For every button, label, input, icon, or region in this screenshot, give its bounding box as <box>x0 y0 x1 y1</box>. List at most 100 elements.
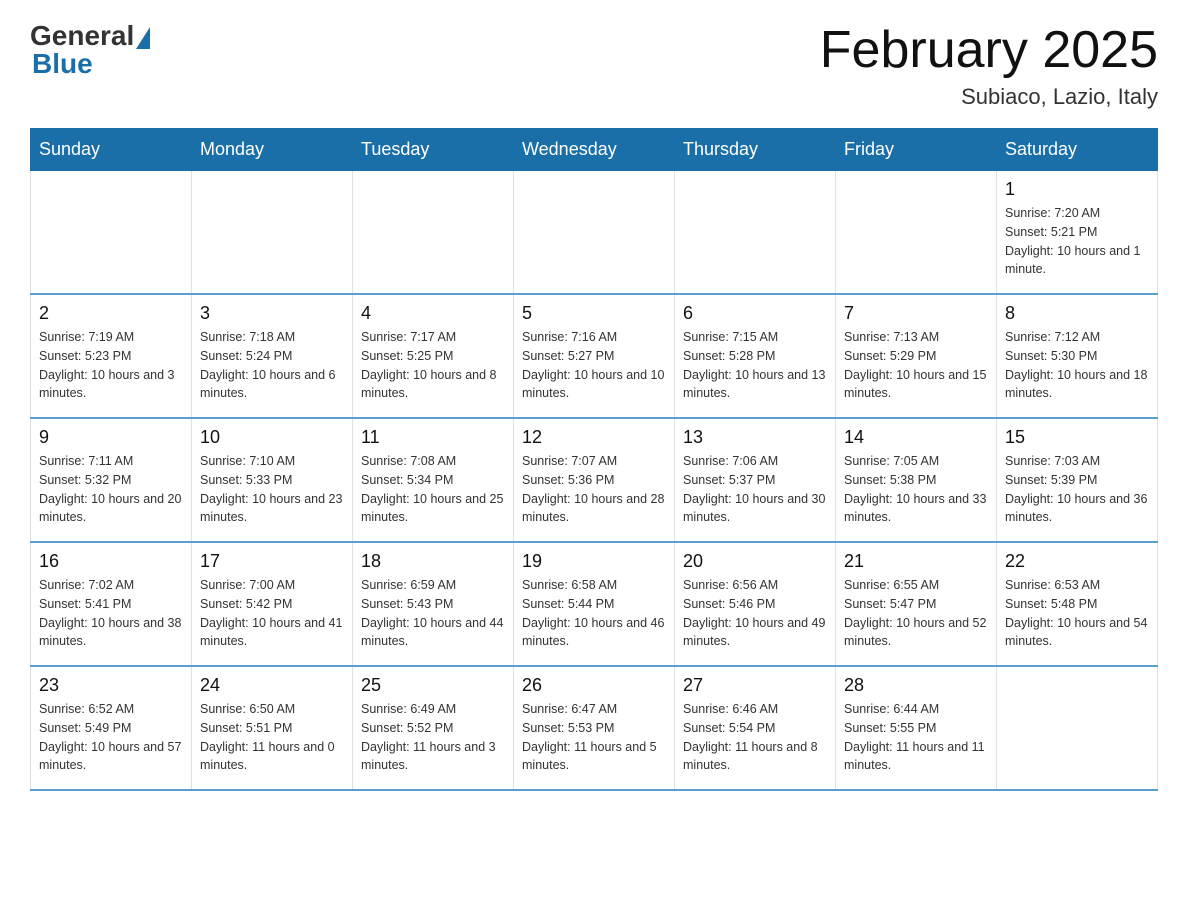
day-number: 3 <box>200 303 344 324</box>
day-info: Sunrise: 6:44 AMSunset: 5:55 PMDaylight:… <box>844 700 988 775</box>
calendar-cell: 16 Sunrise: 7:02 AMSunset: 5:41 PMDayligh… <box>31 542 192 666</box>
day-number: 10 <box>200 427 344 448</box>
calendar-cell: 15 Sunrise: 7:03 AMSunset: 5:39 PMDayligh… <box>997 418 1158 542</box>
day-number: 12 <box>522 427 666 448</box>
calendar-cell: 18 Sunrise: 6:59 AMSunset: 5:43 PMDayligh… <box>353 542 514 666</box>
day-number: 8 <box>1005 303 1149 324</box>
day-number: 15 <box>1005 427 1149 448</box>
day-info: Sunrise: 6:53 AMSunset: 5:48 PMDaylight:… <box>1005 576 1149 651</box>
day-info: Sunrise: 7:06 AMSunset: 5:37 PMDaylight:… <box>683 452 827 527</box>
calendar-table: SundayMondayTuesdayWednesdayThursdayFrid… <box>30 128 1158 791</box>
weekday-header: Monday <box>192 129 353 171</box>
day-info: Sunrise: 6:52 AMSunset: 5:49 PMDaylight:… <box>39 700 183 775</box>
day-number: 25 <box>361 675 505 696</box>
page-header: General Blue February 2025 Subiaco, Lazi… <box>30 20 1158 110</box>
day-info: Sunrise: 7:11 AMSunset: 5:32 PMDaylight:… <box>39 452 183 527</box>
day-info: Sunrise: 7:17 AMSunset: 5:25 PMDaylight:… <box>361 328 505 403</box>
day-info: Sunrise: 6:47 AMSunset: 5:53 PMDaylight:… <box>522 700 666 775</box>
day-info: Sunrise: 7:16 AMSunset: 5:27 PMDaylight:… <box>522 328 666 403</box>
calendar-cell: 3 Sunrise: 7:18 AMSunset: 5:24 PMDaylight… <box>192 294 353 418</box>
day-number: 16 <box>39 551 183 572</box>
day-number: 2 <box>39 303 183 324</box>
weekday-header: Friday <box>836 129 997 171</box>
calendar-cell: 1 Sunrise: 7:20 AMSunset: 5:21 PMDaylight… <box>997 171 1158 295</box>
calendar-cell: 23Sunrise: 6:52 AMSunset: 5:49 PMDayligh… <box>31 666 192 790</box>
day-info: Sunrise: 7:12 AMSunset: 5:30 PMDaylight:… <box>1005 328 1149 403</box>
logo-blue-text: Blue <box>32 48 93 80</box>
calendar-cell <box>31 171 192 295</box>
calendar-cell <box>675 171 836 295</box>
day-info: Sunrise: 6:59 AMSunset: 5:43 PMDaylight:… <box>361 576 505 651</box>
day-number: 14 <box>844 427 988 448</box>
day-number: 19 <box>522 551 666 572</box>
day-info: Sunrise: 7:19 AMSunset: 5:23 PMDaylight:… <box>39 328 183 403</box>
day-number: 5 <box>522 303 666 324</box>
day-info: Sunrise: 7:05 AMSunset: 5:38 PMDaylight:… <box>844 452 988 527</box>
calendar-cell: 27 Sunrise: 6:46 AMSunset: 5:54 PMDayligh… <box>675 666 836 790</box>
day-number: 9 <box>39 427 183 448</box>
day-info: Sunrise: 7:18 AMSunset: 5:24 PMDaylight:… <box>200 328 344 403</box>
calendar-week-row: 23Sunrise: 6:52 AMSunset: 5:49 PMDayligh… <box>31 666 1158 790</box>
day-number: 13 <box>683 427 827 448</box>
day-number: 18 <box>361 551 505 572</box>
calendar-cell: 14 Sunrise: 7:05 AMSunset: 5:38 PMDayligh… <box>836 418 997 542</box>
day-info: Sunrise: 7:10 AMSunset: 5:33 PMDaylight:… <box>200 452 344 527</box>
calendar-cell: 19 Sunrise: 6:58 AMSunset: 5:44 PMDayligh… <box>514 542 675 666</box>
weekday-header: Wednesday <box>514 129 675 171</box>
day-info: Sunrise: 6:50 AMSunset: 5:51 PMDaylight:… <box>200 700 344 775</box>
day-number: 28 <box>844 675 988 696</box>
day-info: Sunrise: 7:02 AMSunset: 5:41 PMDaylight:… <box>39 576 183 651</box>
day-info: Sunrise: 7:20 AMSunset: 5:21 PMDaylight:… <box>1005 204 1149 279</box>
calendar-cell: 22 Sunrise: 6:53 AMSunset: 5:48 PMDayligh… <box>997 542 1158 666</box>
calendar-week-row: 2 Sunrise: 7:19 AMSunset: 5:23 PMDaylight… <box>31 294 1158 418</box>
day-info: Sunrise: 6:56 AMSunset: 5:46 PMDaylight:… <box>683 576 827 651</box>
day-info: Sunrise: 7:00 AMSunset: 5:42 PMDaylight:… <box>200 576 344 651</box>
day-number: 26 <box>522 675 666 696</box>
weekday-header: Thursday <box>675 129 836 171</box>
calendar-cell <box>836 171 997 295</box>
calendar-week-row: 9 Sunrise: 7:11 AMSunset: 5:32 PMDaylight… <box>31 418 1158 542</box>
day-info: Sunrise: 7:07 AMSunset: 5:36 PMDaylight:… <box>522 452 666 527</box>
calendar-week-row: 1 Sunrise: 7:20 AMSunset: 5:21 PMDaylight… <box>31 171 1158 295</box>
day-info: Sunrise: 6:58 AMSunset: 5:44 PMDaylight:… <box>522 576 666 651</box>
calendar-cell: 8 Sunrise: 7:12 AMSunset: 5:30 PMDaylight… <box>997 294 1158 418</box>
day-number: 22 <box>1005 551 1149 572</box>
calendar-cell <box>353 171 514 295</box>
calendar-week-row: 16 Sunrise: 7:02 AMSunset: 5:41 PMDayligh… <box>31 542 1158 666</box>
calendar-header: SundayMondayTuesdayWednesdayThursdayFrid… <box>31 129 1158 171</box>
day-number: 17 <box>200 551 344 572</box>
title-block: February 2025 Subiaco, Lazio, Italy <box>820 20 1158 110</box>
day-info: Sunrise: 6:46 AMSunset: 5:54 PMDaylight:… <box>683 700 827 775</box>
calendar-cell: 13 Sunrise: 7:06 AMSunset: 5:37 PMDayligh… <box>675 418 836 542</box>
day-number: 1 <box>1005 179 1149 200</box>
calendar-cell: 6 Sunrise: 7:15 AMSunset: 5:28 PMDaylight… <box>675 294 836 418</box>
calendar-cell: 4Sunrise: 7:17 AMSunset: 5:25 PMDaylight… <box>353 294 514 418</box>
day-number: 20 <box>683 551 827 572</box>
day-number: 27 <box>683 675 827 696</box>
calendar-cell: 12 Sunrise: 7:07 AMSunset: 5:36 PMDayligh… <box>514 418 675 542</box>
month-title: February 2025 <box>820 20 1158 80</box>
calendar-cell: 9 Sunrise: 7:11 AMSunset: 5:32 PMDaylight… <box>31 418 192 542</box>
day-number: 11 <box>361 427 505 448</box>
location-subtitle: Subiaco, Lazio, Italy <box>820 84 1158 110</box>
calendar-cell <box>192 171 353 295</box>
day-info: Sunrise: 7:08 AMSunset: 5:34 PMDaylight:… <box>361 452 505 527</box>
calendar-cell: 2 Sunrise: 7:19 AMSunset: 5:23 PMDaylight… <box>31 294 192 418</box>
calendar-body: 1 Sunrise: 7:20 AMSunset: 5:21 PMDaylight… <box>31 171 1158 791</box>
calendar-cell: 28 Sunrise: 6:44 AMSunset: 5:55 PMDayligh… <box>836 666 997 790</box>
calendar-cell: 25 Sunrise: 6:49 AMSunset: 5:52 PMDayligh… <box>353 666 514 790</box>
day-number: 6 <box>683 303 827 324</box>
calendar-cell: 10 Sunrise: 7:10 AMSunset: 5:33 PMDayligh… <box>192 418 353 542</box>
day-info: Sunrise: 7:15 AMSunset: 5:28 PMDaylight:… <box>683 328 827 403</box>
calendar-cell: 20 Sunrise: 6:56 AMSunset: 5:46 PMDayligh… <box>675 542 836 666</box>
calendar-cell: 17 Sunrise: 7:00 AMSunset: 5:42 PMDayligh… <box>192 542 353 666</box>
weekday-header: Sunday <box>31 129 192 171</box>
day-info: Sunrise: 7:03 AMSunset: 5:39 PMDaylight:… <box>1005 452 1149 527</box>
day-number: 7 <box>844 303 988 324</box>
day-info: Sunrise: 6:49 AMSunset: 5:52 PMDaylight:… <box>361 700 505 775</box>
calendar-cell <box>997 666 1158 790</box>
calendar-cell: 21Sunrise: 6:55 AMSunset: 5:47 PMDayligh… <box>836 542 997 666</box>
weekday-header: Tuesday <box>353 129 514 171</box>
header-row: SundayMondayTuesdayWednesdayThursdayFrid… <box>31 129 1158 171</box>
day-info: Sunrise: 6:55 AMSunset: 5:47 PMDaylight:… <box>844 576 988 651</box>
